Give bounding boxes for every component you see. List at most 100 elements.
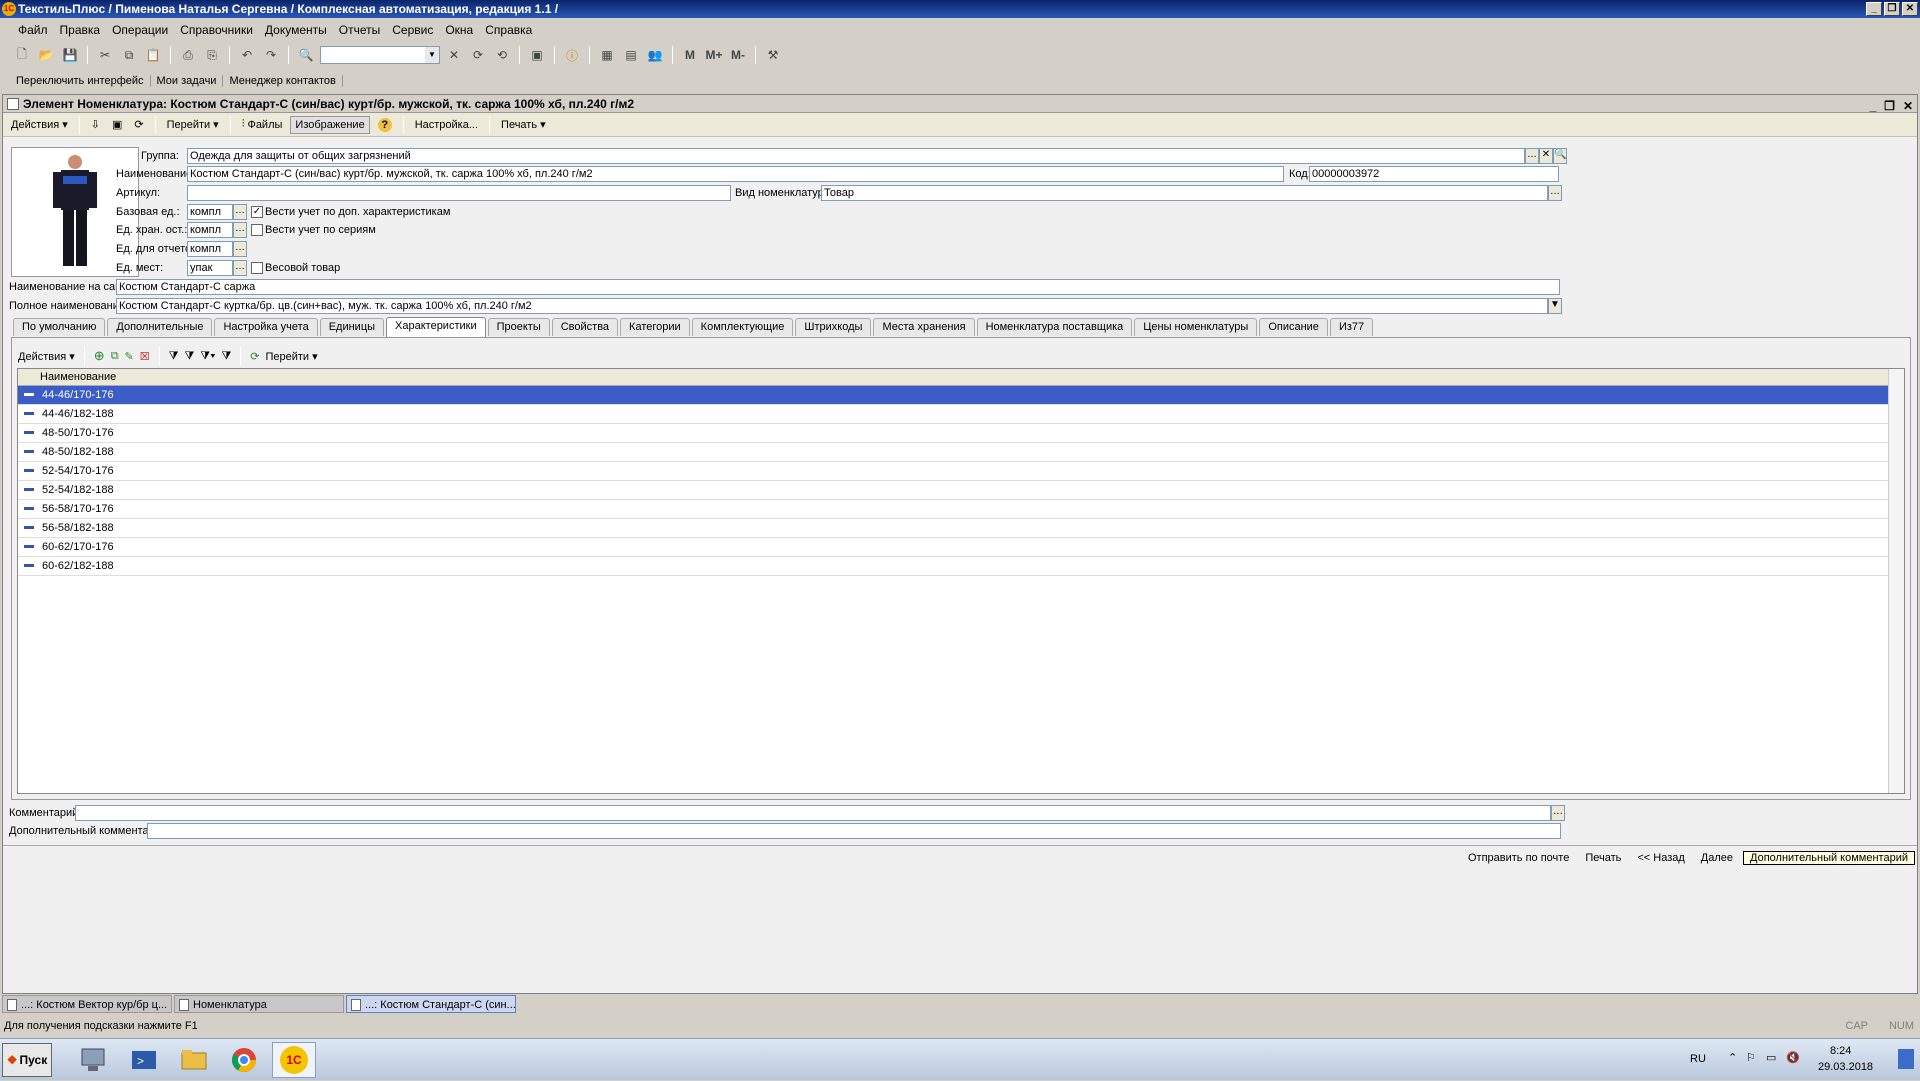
tab-components[interactable]: Комплектующие: [691, 318, 794, 336]
menu-catalogs[interactable]: Справочники: [174, 23, 259, 37]
footer-print-button[interactable]: Печать: [1579, 852, 1627, 864]
tab-description[interactable]: Описание: [1259, 318, 1328, 336]
tools-icon[interactable]: ⚒: [763, 45, 783, 65]
goto-menu[interactable]: Перейти ▾: [163, 116, 223, 133]
network-icon[interactable]: ▭: [1766, 1051, 1776, 1064]
base-unit-select-button[interactable]: …: [233, 204, 247, 220]
menu-file[interactable]: Файл: [12, 23, 54, 37]
doc-minimize-button[interactable]: _: [1869, 97, 1876, 115]
column-header-name[interactable]: Наименование: [40, 371, 116, 383]
users-icon[interactable]: 👥: [645, 45, 665, 65]
memory-button[interactable]: M: [680, 45, 700, 65]
table-row[interactable]: 44-46/170-176: [18, 386, 1904, 405]
table-icon[interactable]: ▦: [597, 45, 617, 65]
menu-operations[interactable]: Операции: [106, 23, 174, 37]
calendar-icon[interactable]: ▤: [621, 45, 641, 65]
redo-icon[interactable]: ↷: [261, 45, 281, 65]
print-menu[interactable]: Печать ▾: [497, 116, 550, 133]
print-icon[interactable]: ⎙: [178, 45, 198, 65]
back-button[interactable]: << Назад: [1631, 852, 1690, 864]
edit-icon[interactable]: ✎: [125, 350, 134, 363]
tab-units[interactable]: Единицы: [319, 318, 385, 336]
store-unit-select-button[interactable]: …: [233, 222, 247, 238]
clear-filter-icon[interactable]: ⧩: [221, 350, 231, 363]
undo-icon[interactable]: ↶: [237, 45, 257, 65]
tab-projects[interactable]: Проекты: [487, 318, 550, 336]
kind-field[interactable]: Товар: [821, 185, 1548, 201]
info-icon[interactable]: ⓘ: [562, 45, 582, 65]
tab-storage-places[interactable]: Места хранения: [873, 318, 975, 336]
search-input[interactable]: ▼: [320, 46, 440, 64]
tab-default[interactable]: По умолчанию: [13, 318, 106, 336]
menu-reports[interactable]: Отчеты: [333, 23, 386, 37]
doc-restore-button[interactable]: ❐: [1884, 97, 1895, 115]
close-button[interactable]: ✕: [1902, 2, 1918, 16]
name-field[interactable]: Костюм Стандарт-С (син/вас) курт/бр. муж…: [187, 166, 1284, 182]
settings-button[interactable]: Настройка...: [411, 117, 482, 133]
menu-edit[interactable]: Правка: [54, 23, 107, 37]
grid-goto-menu[interactable]: Перейти ▾: [265, 350, 317, 363]
find-next-icon[interactable]: ⟳: [468, 45, 488, 65]
print-preview-icon[interactable]: ⎘: [202, 45, 222, 65]
menu-documents[interactable]: Документы: [259, 23, 333, 37]
kind-select-button[interactable]: …: [1548, 185, 1562, 201]
windows-icon[interactable]: ▣: [527, 45, 547, 65]
clock-date[interactable]: 29.03.2018: [1818, 1061, 1873, 1073]
characteristics-checkbox[interactable]: ✓: [251, 206, 263, 218]
table-row[interactable]: 52-54/170-176: [18, 462, 1904, 481]
comment-expand-button[interactable]: …: [1551, 805, 1565, 821]
refresh-icon[interactable]: ⟳: [130, 116, 147, 133]
grid-actions-menu[interactable]: Действия ▾: [18, 350, 75, 363]
vertical-scrollbar[interactable]: [1888, 369, 1904, 793]
report-unit-field[interactable]: компл: [187, 241, 233, 257]
tab-prices[interactable]: Цены номенклатуры: [1134, 318, 1258, 336]
refresh-icon[interactable]: ⟳: [250, 350, 259, 363]
chrome-icon[interactable]: [222, 1042, 266, 1078]
volume-muted-icon[interactable]: 🔇: [1786, 1051, 1800, 1064]
table-row[interactable]: 60-62/170-176: [18, 538, 1904, 557]
menu-windows[interactable]: Окна: [439, 23, 479, 37]
place-unit-field[interactable]: упак: [187, 260, 233, 276]
my-tasks-button[interactable]: Мои задачи: [151, 75, 224, 87]
tab-from77[interactable]: Из77: [1329, 318, 1374, 336]
tab-characteristics[interactable]: Характеристики: [386, 317, 486, 337]
chevron-down-icon[interactable]: ▼: [425, 47, 439, 63]
clock-time[interactable]: 8:24: [1830, 1045, 1851, 1057]
tab-properties[interactable]: Свойства: [551, 318, 619, 336]
group-select-button[interactable]: …: [1525, 148, 1539, 164]
table-row[interactable]: 48-50/170-176: [18, 424, 1904, 443]
add-comment-field[interactable]: [147, 823, 1561, 839]
tab-barcodes[interactable]: Штрихкоды: [795, 318, 872, 336]
show-desktop-button[interactable]: [1898, 1049, 1914, 1069]
save-icon[interactable]: ▣: [108, 116, 126, 133]
folder-icon[interactable]: [172, 1042, 216, 1078]
copy-icon[interactable]: ⧉: [119, 45, 139, 65]
contact-manager-button[interactable]: Менеджер контактов: [223, 75, 343, 87]
find-icon[interactable]: 🔍: [296, 45, 316, 65]
open-icon[interactable]: 📂: [36, 45, 56, 65]
delete-icon[interactable]: ☒: [140, 350, 150, 363]
tab-accounting-settings[interactable]: Настройка учета: [214, 318, 318, 336]
tab-supplier-nomenclature[interactable]: Номенклатура поставщика: [976, 318, 1133, 336]
language-indicator[interactable]: RU: [1690, 1053, 1706, 1065]
save-close-icon[interactable]: ⇩: [87, 116, 104, 133]
copy-row-icon[interactable]: ⧉: [111, 350, 119, 363]
powershell-icon[interactable]: >: [122, 1042, 166, 1078]
table-row[interactable]: 56-58/170-176: [18, 500, 1904, 519]
comment-field[interactable]: [75, 805, 1551, 821]
next-button[interactable]: Далее: [1695, 852, 1739, 864]
files-button[interactable]: ⫶ Файлы: [238, 116, 287, 133]
filter-by-value-icon[interactable]: ⧩: [184, 350, 194, 363]
menu-help[interactable]: Справка: [479, 23, 538, 37]
menu-service[interactable]: Сервис: [386, 23, 439, 37]
store-unit-field[interactable]: компл: [187, 222, 233, 238]
filter-icon[interactable]: ⧩: [169, 350, 179, 363]
doc-close-button[interactable]: ✕: [1903, 97, 1913, 115]
image-button[interactable]: Изображение: [290, 115, 370, 134]
base-unit-field[interactable]: компл: [187, 204, 233, 220]
full-name-dropdown-icon[interactable]: ▼: [1548, 298, 1562, 314]
place-unit-select-button[interactable]: …: [233, 260, 247, 276]
memory-plus-button[interactable]: M+: [704, 45, 724, 65]
1c-taskbar-icon[interactable]: 1С: [272, 1042, 316, 1078]
show-hidden-icons-icon[interactable]: ⌃: [1728, 1051, 1737, 1064]
